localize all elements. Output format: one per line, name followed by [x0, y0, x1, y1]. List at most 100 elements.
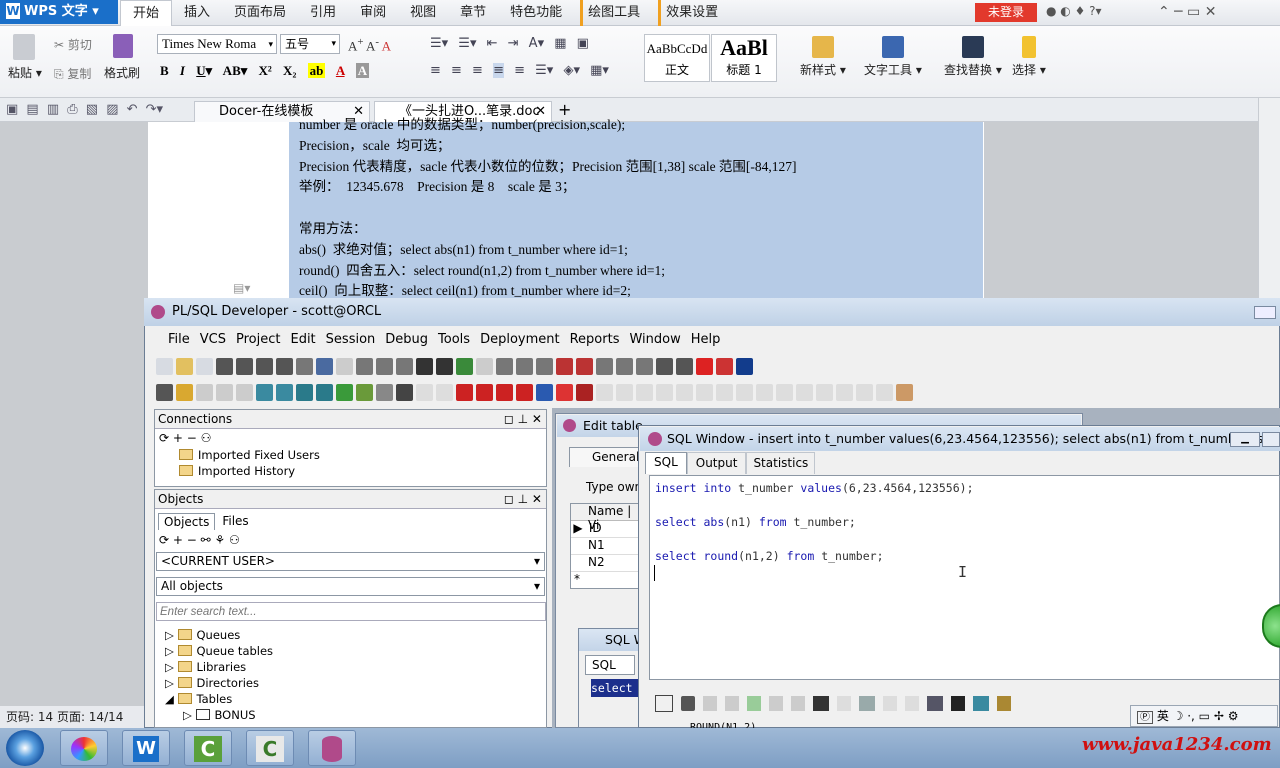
wps-app-menu[interactable]: W WPS 文字 ▾ — [0, 0, 118, 24]
tab-statistics[interactable]: Statistics — [746, 452, 816, 474]
folder-icon — [177, 645, 192, 656]
tab-effects[interactable]: 效果设置 — [658, 0, 730, 26]
font-style-buttons[interactable]: B I U▾ AB▾ X² X₂ ab A A — [160, 63, 370, 79]
sql-window-maximize[interactable] — [1262, 432, 1280, 447]
style-normal[interactable]: AaBbCcDd 正文 — [644, 34, 710, 82]
paste-icon — [13, 34, 35, 60]
objects-toolbar[interactable]: ⟳ + − ⚯ ⚘ ⚇ — [155, 530, 546, 550]
font-grow-shrink-buttons[interactable]: A+ A- A — [348, 36, 391, 54]
tree-item-tables[interactable]: ◢ Tables — [165, 691, 546, 707]
wps-ribbon-tabs: 开始 插入 页面布局 引用 审阅 视图 章节 特色功能 绘图工具 效果设置 — [120, 0, 730, 26]
table-row[interactable]: N1 — [571, 538, 639, 555]
code-token: into — [703, 481, 739, 495]
paste-button[interactable] — [8, 34, 40, 63]
tab-insert[interactable]: 插入 — [172, 0, 222, 26]
skin-icon[interactable]: ● ◐ ♦ ?▾ — [1046, 4, 1102, 18]
objects-filter-combo[interactable]: All objects ▾ — [156, 577, 545, 596]
tree-item-imported-history[interactable]: Imported History — [179, 463, 546, 479]
copy-button[interactable]: ⎘ 复制 — [54, 65, 91, 82]
user-combo[interactable]: <CURRENT USER> ▾ — [156, 552, 545, 571]
select-button[interactable]: 选择 ▾ — [1012, 36, 1046, 78]
menu-session[interactable]: Session — [321, 328, 381, 352]
tab-drawing-tools[interactable]: 绘图工具 — [580, 0, 652, 26]
tab-review[interactable]: 审阅 — [348, 0, 398, 26]
tab-home[interactable]: 开始 — [120, 0, 173, 26]
sql-window-icon — [648, 432, 662, 446]
sql-window-2-editor[interactable]: select — [591, 679, 639, 697]
new-style-button[interactable]: 新样式 ▾ — [800, 36, 846, 78]
tree-item-directories[interactable]: ▷ Directories — [165, 675, 546, 691]
tree-item-libraries[interactable]: ▷ Libraries — [165, 659, 546, 675]
sql-window-minimize[interactable]: ▁ — [1230, 432, 1260, 447]
sql-window-2-title[interactable]: SQL W — [579, 629, 639, 651]
new-row[interactable]: * — [571, 572, 639, 589]
menu-help[interactable]: Help — [686, 328, 726, 352]
find-replace-button[interactable]: 查找替换 ▾ — [944, 36, 1002, 78]
menu-tools[interactable]: Tools — [433, 328, 475, 352]
menu-deployment[interactable]: Deployment — [475, 328, 565, 352]
table-row[interactable]: N2 — [571, 555, 639, 572]
window-controls[interactable]: ⌃ ─ ▭ ✕ — [1158, 4, 1216, 20]
sql-window-title[interactable]: SQL Window - insert into t_number values… — [640, 427, 1280, 451]
plsql-title-bar[interactable]: PL/SQL Developer - scott@ORCL — [144, 298, 1280, 326]
document-text[interactable]: number 是 oracle 中的数据类型；number(precision,… — [299, 115, 979, 302]
watermark: www.java1234.com — [1082, 734, 1272, 755]
tab-special[interactable]: 特色功能 — [498, 0, 574, 26]
ime-toolbar[interactable]: Ⓟ 英 ☽ ·, ▭ ✢ ⚙ — [1130, 705, 1278, 727]
taskbar-camtasia-2[interactable]: C — [246, 730, 294, 766]
menu-window[interactable]: Window — [624, 328, 685, 352]
menu-reports[interactable]: Reports — [565, 328, 625, 352]
save-icon — [951, 696, 965, 711]
font-size-select[interactable]: 五号 ▾ — [280, 34, 340, 54]
font-name-select[interactable]: Times New Roma ▾ — [157, 34, 277, 54]
plsql-toolbar-2[interactable] — [156, 380, 913, 404]
taskbar-wps[interactable]: W — [122, 730, 170, 766]
paragraph-handle-icon[interactable]: ▤▾ — [233, 281, 250, 295]
tab-page-layout[interactable]: 页面布局 — [222, 0, 298, 26]
tab-sql[interactable]: SQL — [645, 452, 687, 474]
columns-grid[interactable]: Name | Vi ▶ ID N1 N2 * — [570, 503, 640, 589]
plsql-toolbar-1[interactable] — [156, 354, 753, 378]
tab-chapter[interactable]: 章节 — [448, 0, 498, 26]
connections-toolbar[interactable]: ⟳ + − ⚇ — [155, 429, 546, 447]
sql-editor[interactable]: insert into t_number values(6,23.4564,12… — [649, 475, 1280, 680]
binoculars-icon — [961, 36, 984, 58]
tab-objects[interactable]: Objects — [158, 513, 216, 530]
format-painter-button[interactable] — [104, 34, 142, 61]
tree-item-imported-fixed-users[interactable]: Imported Fixed Users — [179, 447, 546, 463]
taskbar-camtasia-1[interactable]: C — [184, 730, 232, 766]
plsql-minimize-button[interactable] — [1254, 306, 1276, 319]
taskbar-picasa[interactable] — [60, 730, 108, 766]
paragraph-buttons-row2[interactable]: ≡ ≡ ≡ ≡ ≡ ☰▾ ◈▾ ▦▾ — [430, 63, 609, 78]
tab-output[interactable]: Output — [686, 452, 747, 474]
style-heading-1[interactable]: AaBl 标题 1 — [711, 34, 777, 82]
menu-file[interactable]: File — [163, 328, 195, 352]
menu-edit[interactable]: Edit — [285, 328, 320, 352]
text-tools-button[interactable]: 文字工具 ▾ — [864, 36, 922, 78]
code-line-3: select round(n1,2) from t_number; — [655, 549, 884, 563]
object-search-input[interactable] — [156, 602, 546, 621]
objects-panel: Objects ◻ ⊥ ✕ Objects Files ⟳ + − ⚯ ⚘ ⚇ <… — [154, 489, 547, 728]
quick-access-toolbar[interactable]: ▣ ▤ ▥ ⎙ ▧ ▨ ↶ ↷▾ — [6, 102, 163, 117]
tab-general[interactable]: General — [569, 447, 639, 467]
tab-view[interactable]: 视图 — [398, 0, 448, 26]
tab-references[interactable]: 引用 — [298, 0, 348, 26]
document-scrollbar[interactable] — [1258, 98, 1280, 308]
grid-icon — [655, 695, 673, 712]
tree-item-bonus[interactable]: ▷ BONUS — [165, 707, 546, 723]
menu-vcs[interactable]: VCS — [195, 328, 231, 352]
cut-button[interactable]: ✂ 剪切 — [54, 36, 92, 53]
tree-item-queues[interactable]: ▷ Queues — [165, 627, 546, 643]
menu-project[interactable]: Project — [231, 328, 285, 352]
paragraph-buttons-row1[interactable]: ☰▾ ☰▾ ⇤ ⇥ A▾ ▦ ▣ — [430, 36, 589, 51]
tab-files[interactable]: Files — [217, 513, 253, 530]
table-icon — [195, 709, 210, 720]
sql-window-2-tab[interactable]: SQL — [585, 655, 635, 675]
results-toolbar[interactable] — [655, 695, 1011, 712]
menu-debug[interactable]: Debug — [380, 328, 433, 352]
table-row[interactable]: ▶ ID — [571, 521, 639, 538]
login-button[interactable]: 未登录 — [975, 3, 1037, 22]
tree-item-queue-tables[interactable]: ▷ Queue tables — [165, 643, 546, 659]
start-button[interactable] — [6, 730, 44, 766]
taskbar-plsql[interactable] — [308, 730, 356, 766]
